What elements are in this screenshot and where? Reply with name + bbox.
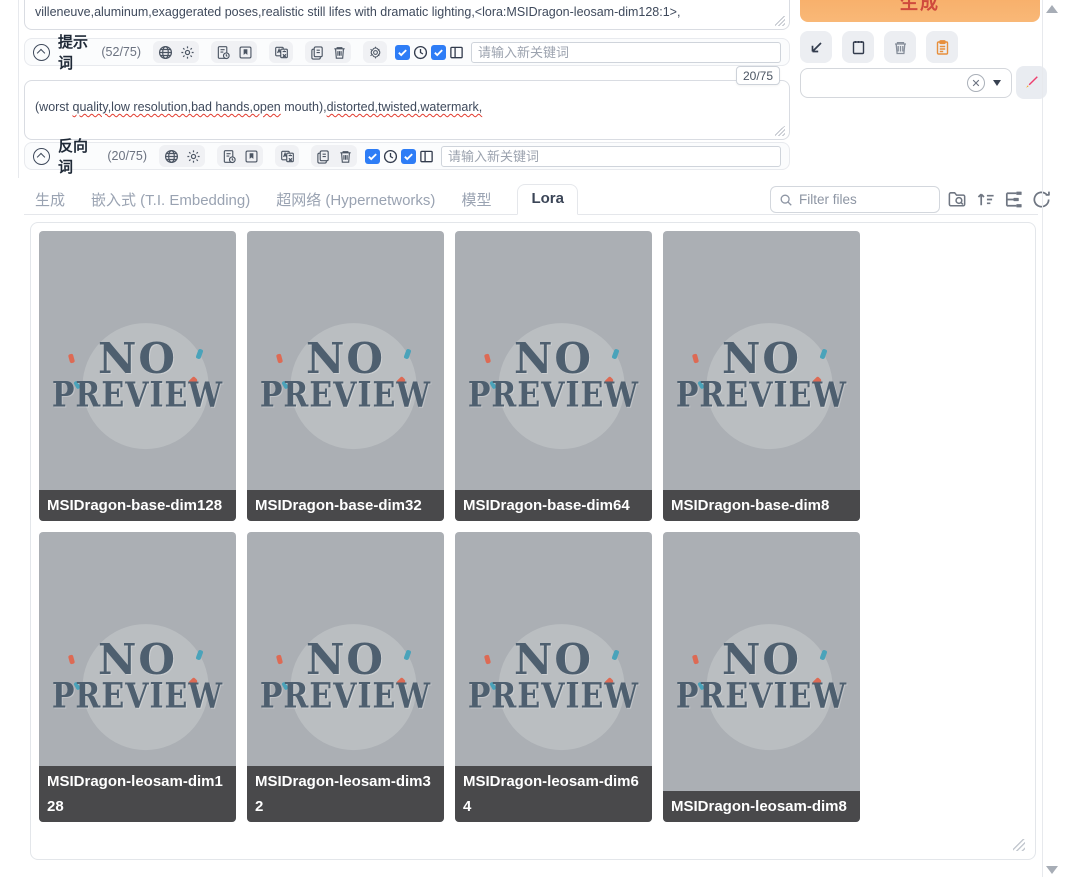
search-icon [779,193,793,207]
negative-token-badge: 20/75 [736,66,780,85]
card-name: MSIDragon-base-dim128 [39,490,236,521]
copy-icon[interactable] [309,44,325,60]
checkbox-checked[interactable] [401,149,416,164]
tab-checkpoints[interactable]: 模型 [461,189,491,210]
tab-lora[interactable]: Lora [517,184,578,215]
card-name: MSIDragon-base-dim64 [455,490,652,521]
bookmark-card-icon[interactable] [243,148,259,164]
card-grid: NOPREVIEW MSIDragon-base-dim128 NOPREVIE… [39,231,1029,822]
collapse-chevron-icon[interactable] [33,148,50,165]
card-name: MSIDragon-leosam-dim64 [455,766,652,822]
copy-icon[interactable] [315,148,331,164]
checkbox-checked[interactable] [365,149,380,164]
scrollbar-down-arrow[interactable] [1046,866,1058,874]
tab-generate[interactable]: 生成 [35,189,65,210]
lora-cards-panel: NOPREVIEW MSIDragon-base-dim128 NOPREVIE… [30,222,1036,860]
card-name: MSIDragon-base-dim32 [247,490,444,521]
folder-search-icon[interactable] [947,189,968,210]
translate-icon[interactable] [273,44,289,60]
style-select-dropdown[interactable]: ✕ [800,68,1012,98]
positive-token-count: (52/75) [101,45,141,59]
filter-files-input[interactable] [799,192,919,207]
arrow-down-left-button[interactable] [800,31,832,63]
trash-icon[interactable] [331,44,347,60]
lora-card[interactable]: NOPREVIEW MSIDragon-leosam-dim64 [455,532,652,822]
clock-icon[interactable] [383,149,398,164]
panel-split-icon[interactable] [449,45,464,60]
checkbox-checked[interactable] [431,45,446,60]
doc-history-icon[interactable] [221,148,237,164]
notepad-button[interactable] [842,31,874,63]
card-name: MSIDragon-base-dim8 [663,490,860,521]
card-name: MSIDragon-leosam-dim8 [663,791,860,822]
scrollbar-up-arrow[interactable] [1046,5,1058,13]
paste-button[interactable] [926,31,958,63]
negative-token-count: (20/75) [107,149,147,163]
tree-view-icon[interactable] [1003,189,1024,210]
no-preview-art: NOPREVIEW [455,231,652,521]
gear-icon[interactable] [179,44,195,60]
translate-icon[interactable] [279,148,295,164]
card-name: MSIDragon-leosam-dim128 [39,766,236,822]
left-column-divider [18,0,19,178]
card-name: MSIDragon-leosam-dim32 [247,766,444,822]
bookmark-card-icon[interactable] [237,44,253,60]
positive-prompt-label: 提示词 [58,31,91,73]
sort-asc-icon[interactable] [975,189,996,210]
clock-icon[interactable] [413,45,428,60]
extra-networks-tabs: 生成 嵌入式 (T.I. Embedding) 超网络 (Hypernetwor… [35,183,578,215]
lora-card[interactable]: NOPREVIEW MSIDragon-leosam-dim32 [247,532,444,822]
doc-history-icon[interactable] [215,44,231,60]
quick-actions [800,31,958,63]
generate-button[interactable]: 生成 [800,0,1040,22]
no-preview-art: NOPREVIEW [39,231,236,521]
tab-embedding[interactable]: 嵌入式 (T.I. Embedding) [91,189,250,210]
new-keyword-input[interactable] [471,42,781,63]
lora-card[interactable]: NOPREVIEW MSIDragon-base-dim8 [663,231,860,521]
positive-prompt-toolbar: 提示词 (52/75) [24,38,790,66]
trash-button[interactable] [884,31,916,63]
lora-card[interactable]: NOPREVIEW MSIDragon-leosam-dim8 [663,532,860,822]
scrollbar-divider [1042,0,1043,877]
panel-resize-grip[interactable] [1013,839,1025,851]
filter-cluster [770,186,1052,213]
globe-icon[interactable] [163,148,179,164]
panel-split-icon[interactable] [419,149,434,164]
negative-prompt-label: 反向词 [58,135,97,177]
lora-card[interactable]: NOPREVIEW MSIDragon-leosam-dim128 [39,532,236,822]
new-keyword-input[interactable] [441,146,781,167]
lora-card[interactable]: NOPREVIEW MSIDragon-base-dim32 [247,231,444,521]
no-preview-art: NOPREVIEW [247,231,444,521]
globe-icon[interactable] [157,44,173,60]
positive-prompt-textarea[interactable]: villeneuve,aluminum,exaggerated poses,re… [24,0,790,30]
filter-files-box[interactable] [770,186,940,213]
positive-prompt-text: villeneuve,aluminum,exaggerated poses,re… [25,0,789,23]
caret-down-icon [993,80,1001,86]
trash-icon[interactable] [337,148,353,164]
no-preview-art: NOPREVIEW [663,532,860,822]
openai-icon[interactable] [367,44,383,60]
gear-icon[interactable] [185,148,201,164]
collapse-chevron-icon[interactable] [33,44,50,61]
lora-card[interactable]: NOPREVIEW MSIDragon-base-dim128 [39,231,236,521]
negative-prompt-textarea[interactable]: (worst quality,low resolution,bad hands,… [24,80,790,140]
no-preview-art: NOPREVIEW [663,231,860,521]
textarea-resize-grip[interactable] [775,126,785,136]
clear-x-icon[interactable]: ✕ [967,74,985,92]
checkbox-checked[interactable] [395,45,410,60]
tab-hypernetworks[interactable]: 超网络 (Hypernetworks) [276,189,435,210]
textarea-resize-grip[interactable] [775,16,785,26]
lora-card[interactable]: NOPREVIEW MSIDragon-base-dim64 [455,231,652,521]
negative-prompt-text: (worst quality,low resolution,bad hands,… [25,81,789,118]
negative-prompt-toolbar: 反向词 (20/75) [24,142,790,170]
